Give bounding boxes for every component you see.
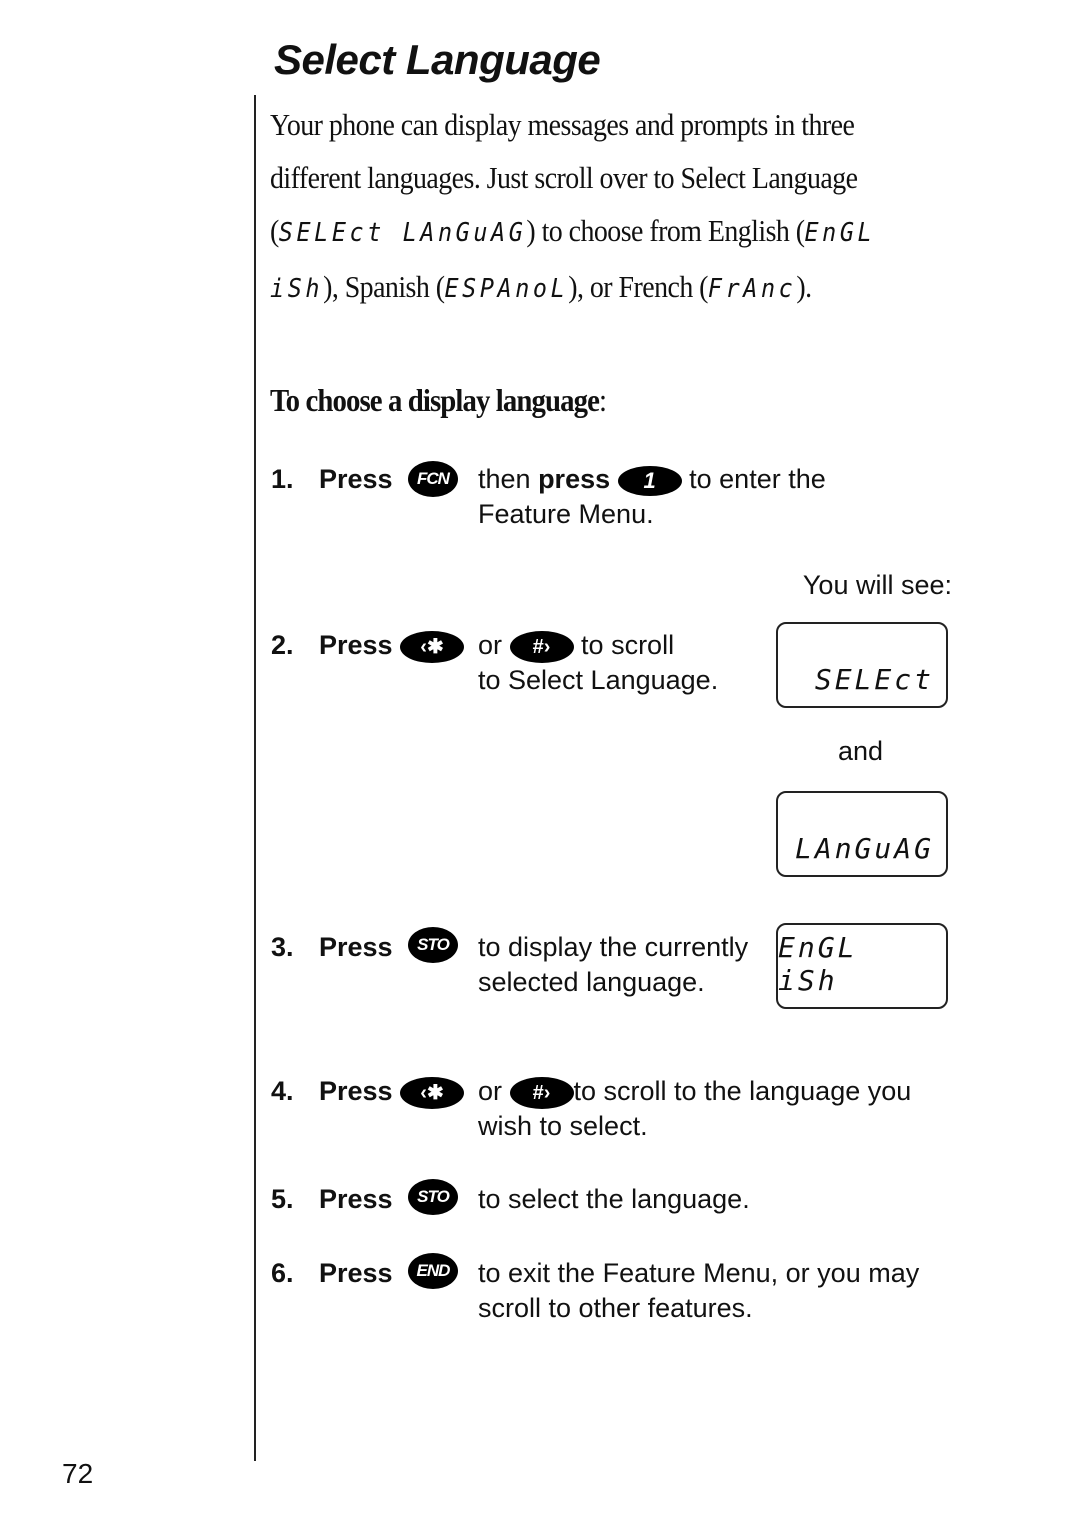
section-heading: To choose a display language:: [270, 382, 607, 419]
you-will-see-label: You will see:: [802, 570, 952, 600]
step-press-label: Press: [319, 1258, 393, 1288]
step-text: to Select Language.: [478, 665, 719, 695]
step-text: Feature Menu.: [478, 499, 654, 529]
step-press-label: Press: [319, 1184, 393, 1214]
step-press-label: Press: [319, 932, 393, 962]
lcd-display-english: EnGL iSh: [776, 923, 948, 1009]
section-heading-text: To choose a display language: [270, 382, 600, 418]
page-number: 72: [62, 1458, 94, 1489]
step-press-label: Press: [319, 1076, 393, 1106]
sto-key-icon: STO: [408, 1178, 458, 1215]
step-number: 4.: [271, 1076, 294, 1106]
section-heading-colon: :: [599, 382, 607, 418]
lcd-display-select: SELEct: [776, 622, 948, 708]
and-label: and: [838, 736, 884, 766]
lcd-display-text: EnGL iSh: [778, 931, 858, 997]
lcd-display-text: LAnGuAG: [794, 832, 934, 865]
step-press-label: Press: [319, 630, 393, 660]
vertical-rule: [254, 95, 256, 1461]
hash-right-key-icon: #›: [509, 1076, 574, 1109]
step-text-or: or: [478, 1076, 503, 1106]
intro-paragraph: Your phone can display messages and prom…: [270, 98, 918, 316]
step-text-or: or: [478, 630, 503, 660]
lcd-display-text: SELEct: [814, 663, 934, 696]
lcd-display-language: LAnGuAG: [776, 791, 948, 877]
star-left-key-icon: ‹✱: [400, 1076, 464, 1109]
step-text: to exit the Feature Menu, or you may: [478, 1258, 920, 1288]
step-number: 3.: [271, 932, 294, 962]
step-press-label: Press: [319, 464, 393, 494]
step-number: 6.: [271, 1258, 294, 1288]
step-text-bold: press: [538, 464, 611, 494]
step-text: to select the language.: [478, 1184, 750, 1214]
step-text: to display the currently: [478, 932, 749, 962]
step-text: wish to select.: [478, 1111, 648, 1141]
step-text: to scroll: [581, 630, 675, 660]
lcd-select-language: SELEct LAnGuAG: [278, 218, 527, 248]
lcd-french: FrAnc: [707, 274, 797, 304]
step-number: 1.: [271, 464, 294, 494]
star-left-key-icon: ‹✱: [400, 630, 464, 663]
fcn-key-icon: FCN: [408, 460, 458, 497]
one-key-icon: 1: [617, 465, 682, 496]
hash-right-key-icon: #›: [509, 630, 574, 663]
step-number: 5.: [271, 1184, 294, 1214]
page-title: Select Language: [274, 36, 601, 83]
step-text: selected language.: [478, 967, 705, 997]
step-text: to scroll to the language you: [573, 1076, 912, 1106]
intro-text: ), Spanish (: [323, 269, 445, 304]
end-key-icon: END: [408, 1252, 458, 1289]
lcd-spanish: ESPAnoL: [444, 274, 569, 304]
intro-text: ), or French (: [568, 269, 708, 304]
intro-text: ) to choose from English (: [526, 213, 805, 248]
step-text: scroll to other features.: [478, 1293, 753, 1323]
step-number: 2.: [271, 630, 294, 660]
intro-text: ).: [796, 269, 812, 304]
step-text: to enter the: [681, 464, 826, 494]
sto-key-icon: STO: [408, 926, 458, 963]
step-text: then: [478, 464, 539, 494]
